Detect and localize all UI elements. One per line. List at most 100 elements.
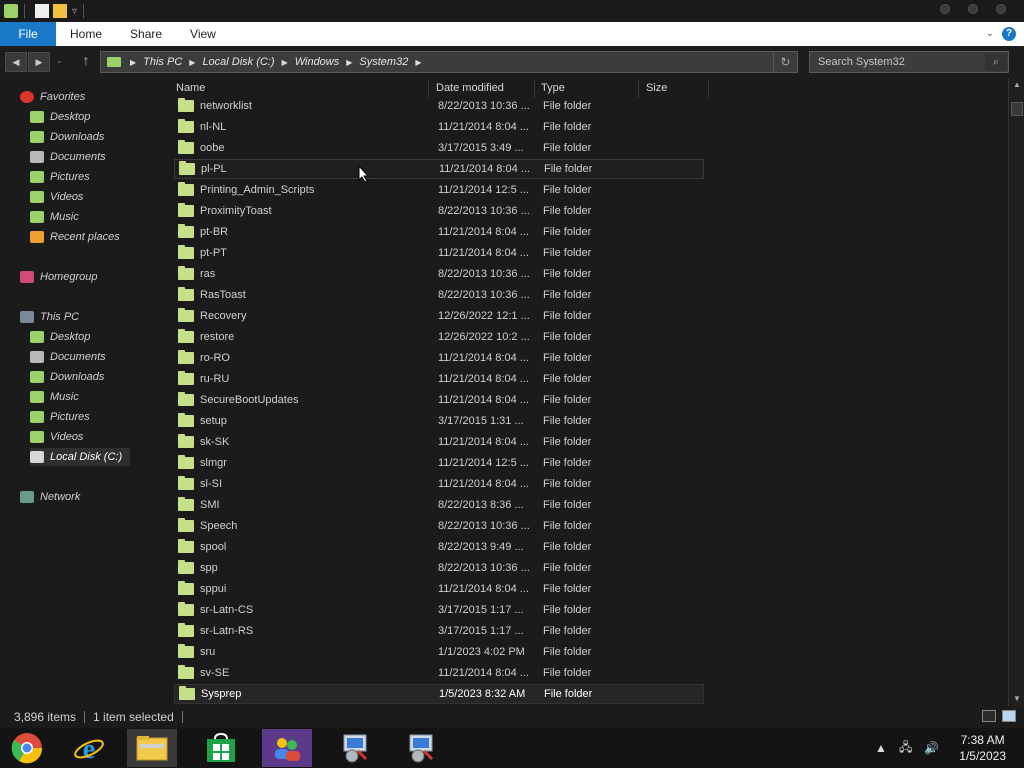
- table-row[interactable]: Recovery 12/26/2022 12:1 ... File folder: [174, 306, 704, 326]
- scroll-up-icon[interactable]: ▲: [1009, 78, 1024, 92]
- folder-icon: [178, 350, 194, 364]
- sidebar-item-documents[interactable]: Documents: [30, 148, 114, 166]
- recent-locations-icon[interactable]: ⌄: [56, 56, 63, 65]
- people-button[interactable]: [262, 729, 312, 767]
- search-icon[interactable]: ⌕: [985, 53, 1007, 71]
- table-row[interactable]: sr-Latn-CS 3/17/2015 1:17 ... File folder: [174, 600, 704, 620]
- customize-quick-access-icon[interactable]: ▿: [72, 6, 77, 17]
- installer-button[interactable]: [396, 729, 446, 767]
- sidebar-item-recent-places[interactable]: Recent places: [30, 228, 128, 246]
- search-input[interactable]: Search System32 ⌕: [809, 51, 1009, 73]
- breadcrumb-separator-icon[interactable]: ▶: [415, 58, 421, 67]
- forward-button[interactable]: ▶: [28, 52, 50, 72]
- table-row[interactable]: slmgr 11/21/2014 12:5 ... File folder: [174, 453, 704, 473]
- sidebar-network[interactable]: Network: [20, 488, 80, 506]
- table-row[interactable]: sl-SI 11/21/2014 8:04 ... File folder: [174, 474, 704, 494]
- file-explorer-button[interactable]: [127, 729, 177, 767]
- sidebar-item-local-disk-c[interactable]: Local Disk (C:): [30, 448, 131, 466]
- breadcrumb-separator-icon[interactable]: ▶: [282, 58, 288, 67]
- tab-home[interactable]: Home: [56, 27, 116, 41]
- clock[interactable]: 7:38 AM 1/5/2023: [959, 732, 1006, 764]
- table-row[interactable]: nl-NL 11/21/2014 8:04 ... File folder: [174, 117, 704, 137]
- table-row[interactable]: sv-SE 11/21/2014 8:04 ... File folder: [174, 663, 704, 683]
- sidebar-item-label: Downloads: [50, 131, 105, 143]
- sidebar-this-pc[interactable]: This PC: [20, 308, 79, 326]
- tab-share[interactable]: Share: [116, 27, 176, 41]
- breadcrumb-local-disk[interactable]: Local Disk (C:): [202, 56, 274, 68]
- scroll-thumb[interactable]: [1011, 102, 1023, 116]
- table-row[interactable]: ProximityToast 8/22/2013 10:36 ... File fo…: [174, 201, 704, 221]
- table-row[interactable]: ro-RO 11/21/2014 8:04 ... File folder: [174, 348, 704, 368]
- file-type: File folder: [543, 247, 592, 259]
- details-view-icon[interactable]: [982, 710, 996, 722]
- chrome-button[interactable]: [2, 729, 52, 767]
- table-row[interactable]: SMI 8/22/2013 8:36 ... File folder: [174, 495, 704, 515]
- tab-view[interactable]: View: [176, 27, 230, 41]
- back-button[interactable]: ◀: [5, 52, 27, 72]
- store-button[interactable]: [196, 729, 246, 767]
- close-button[interactable]: [996, 4, 1006, 14]
- large-icons-view-icon[interactable]: [1002, 710, 1016, 722]
- minimize-button[interactable]: [940, 4, 950, 14]
- vertical-scrollbar[interactable]: ▲ ▼: [1008, 78, 1024, 706]
- up-button[interactable]: ↑: [78, 52, 94, 72]
- network-tray-icon[interactable]: 🖧: [899, 738, 912, 759]
- table-row[interactable]: sppui 11/21/2014 8:04 ... File folder: [174, 579, 704, 599]
- sidebar-item-downloads[interactable]: Downloads: [30, 128, 112, 146]
- sidebar-item-desktop[interactable]: Desktop: [30, 328, 98, 346]
- sidebar-item-downloads[interactable]: Downloads: [30, 368, 112, 386]
- sidebar-item-music[interactable]: Music: [30, 388, 87, 406]
- table-row[interactable]: restore 12/26/2022 10:2 ... File folder: [174, 327, 704, 347]
- maximize-button[interactable]: [968, 4, 978, 14]
- table-row[interactable]: networklist 8/22/2013 10:36 ... File folde…: [174, 96, 704, 116]
- videos-icon: [30, 431, 44, 443]
- refresh-icon[interactable]: ↻: [773, 52, 797, 72]
- sidebar-item-music[interactable]: Music: [30, 208, 87, 226]
- show-hidden-icons-icon[interactable]: ▲: [875, 741, 887, 755]
- volume-icon[interactable]: 🔊: [924, 741, 939, 755]
- internet-explorer-button[interactable]: e: [64, 729, 114, 767]
- expand-ribbon-icon[interactable]: ⌄: [986, 28, 994, 39]
- table-row[interactable]: sru 1/1/2023 4:02 PM File folder: [174, 642, 704, 662]
- table-row[interactable]: Printing_Admin_Scripts 11/21/2014 12:5 ..…: [174, 180, 704, 200]
- table-row[interactable]: Sysprep 1/5/2023 8:32 AM File folder: [174, 684, 704, 704]
- file-date: 11/21/2014 8:04 ...: [438, 352, 529, 364]
- table-row[interactable]: Speech 8/22/2013 10:36 ... File folder: [174, 516, 704, 536]
- breadcrumb-windows[interactable]: Windows: [295, 56, 340, 68]
- table-row[interactable]: sr-Latn-RS 3/17/2015 1:17 ... File folder: [174, 621, 704, 641]
- breadcrumb-separator-icon[interactable]: ▶: [346, 58, 352, 67]
- table-row[interactable]: spool 8/22/2013 9:49 ... File folder: [174, 537, 704, 557]
- installer-button[interactable]: [330, 729, 380, 767]
- new-folder-icon[interactable]: [53, 4, 67, 18]
- table-row[interactable]: pl-PL 11/21/2014 8:04 ... File folder: [174, 159, 704, 179]
- sidebar-homegroup[interactable]: Homegroup: [20, 268, 97, 286]
- help-icon[interactable]: ?: [1002, 27, 1016, 41]
- address-bar[interactable]: ▶ This PC ▶ Local Disk (C:) ▶ Windows ▶ …: [100, 51, 798, 73]
- properties-icon[interactable]: [35, 4, 49, 18]
- folder-icon: [178, 518, 194, 532]
- table-row[interactable]: ras 8/22/2013 10:36 ... File folder: [174, 264, 704, 284]
- sidebar-item-videos[interactable]: Videos: [30, 428, 91, 446]
- table-row[interactable]: pt-PT 11/21/2014 8:04 ... File folder: [174, 243, 704, 263]
- table-row[interactable]: sk-SK 11/21/2014 8:04 ... File folder: [174, 432, 704, 452]
- tab-file[interactable]: File: [0, 22, 56, 46]
- sidebar-item-pictures[interactable]: Pictures: [30, 408, 98, 426]
- table-row[interactable]: setup 3/17/2015 1:31 ... File folder: [174, 411, 704, 431]
- table-row[interactable]: ru-RU 11/21/2014 8:04 ... File folder: [174, 369, 704, 389]
- column-divider[interactable]: [708, 80, 709, 98]
- breadcrumb-system32[interactable]: System32: [359, 56, 408, 68]
- sidebar-item-documents[interactable]: Documents: [30, 348, 114, 366]
- table-row[interactable]: SecureBootUpdates 11/21/2014 8:04 ... File…: [174, 390, 704, 410]
- scroll-down-icon[interactable]: ▼: [1009, 692, 1024, 706]
- sidebar-item-videos[interactable]: Videos: [30, 188, 91, 206]
- sidebar-item-desktop[interactable]: Desktop: [30, 108, 98, 126]
- file-date: 3/17/2015 1:17 ...: [438, 625, 524, 637]
- breadcrumb-this-pc[interactable]: This PC: [143, 56, 182, 68]
- sidebar-item-pictures[interactable]: Pictures: [30, 168, 98, 186]
- table-row[interactable]: pt-BR 11/21/2014 8:04 ... File folder: [174, 222, 704, 242]
- sidebar-favorites[interactable]: Favorites: [20, 88, 85, 106]
- table-row[interactable]: spp 8/22/2013 10:36 ... File folder: [174, 558, 704, 578]
- breadcrumb-separator-icon[interactable]: ▶: [189, 58, 195, 67]
- table-row[interactable]: oobe 3/17/2015 3:49 ... File folder: [174, 138, 704, 158]
- table-row[interactable]: RasToast 8/22/2013 10:36 ... File folder: [174, 285, 704, 305]
